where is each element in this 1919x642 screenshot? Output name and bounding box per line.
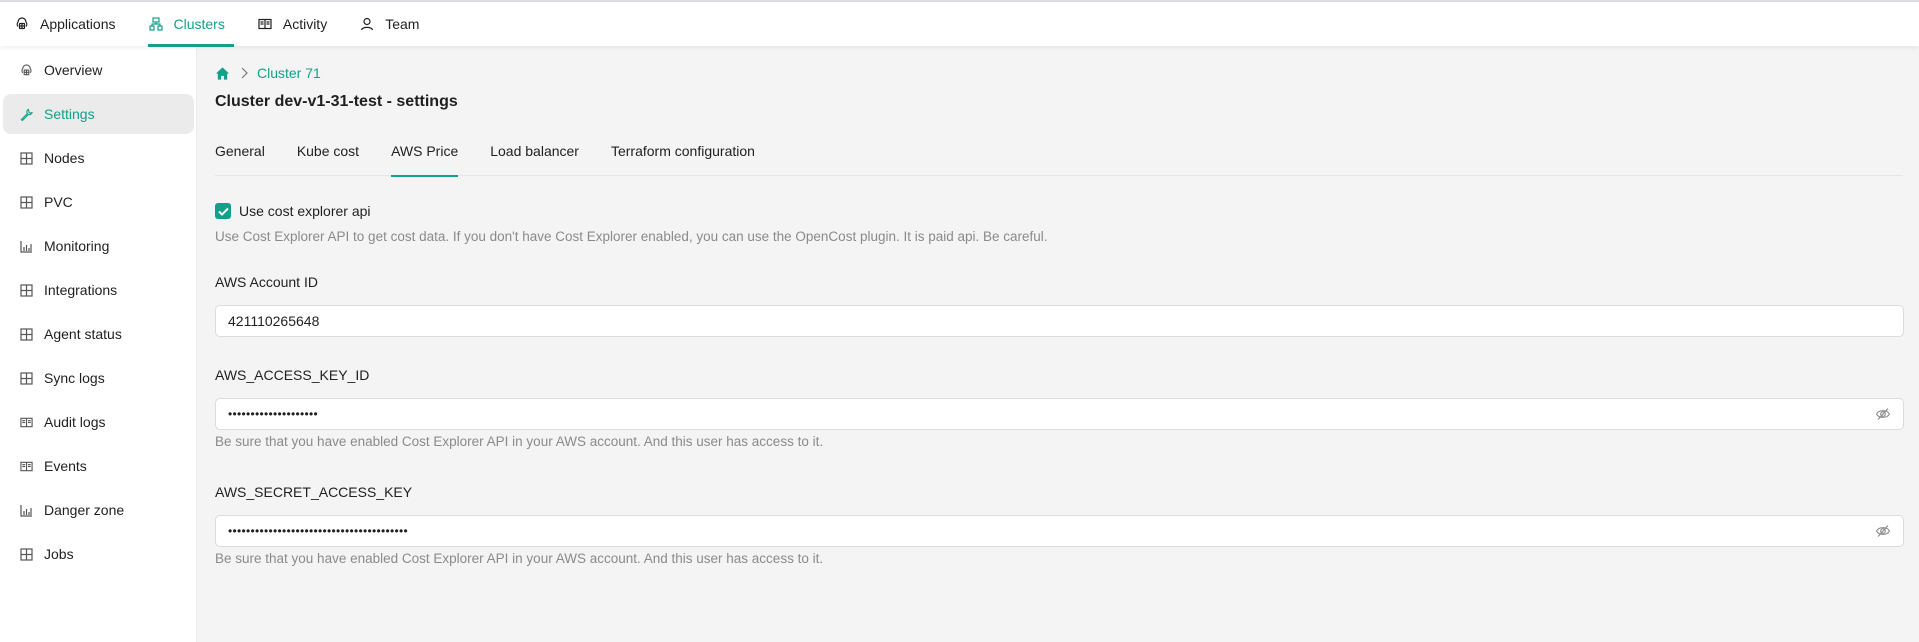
sidebar-item-nodes[interactable]: Nodes (3, 138, 194, 178)
home-icon[interactable] (215, 66, 230, 81)
topnav-label: Activity (282, 16, 328, 32)
bar-chart-icon (20, 504, 33, 517)
aws-secret-access-key-input[interactable]: •••••••••••••••••••••••••••••••••••••••• (215, 515, 1904, 547)
topnav-activity[interactable]: Activity (258, 2, 337, 46)
sidebar-item-label: Audit logs (44, 414, 106, 430)
settings-tabs: General Kube cost AWS Price Load balance… (215, 136, 1903, 177)
sidebar-item-audit-logs[interactable]: Audit logs (3, 402, 194, 442)
eye-off-icon[interactable] (1875, 406, 1891, 422)
chevron-right-icon (240, 67, 248, 79)
aws-secret-access-key-value: •••••••••••••••••••••••••••••••••••••••• (228, 524, 409, 538)
sidebar-item-label: Danger zone (44, 502, 125, 518)
sidebar-item-label: Overview (44, 62, 103, 78)
sidebar-item-label: Sync logs (44, 370, 105, 386)
sidebar-item-overview[interactable]: Overview (3, 50, 194, 90)
sidebar-item-label: Agent status (44, 326, 122, 342)
sidebar-item-danger-zone[interactable]: Danger zone (3, 490, 194, 530)
sidebar-item-pvc[interactable]: PVC (3, 182, 194, 222)
grid-icon (20, 283, 33, 297)
check-icon (217, 207, 229, 216)
sidebar: Overview Settings Nodes PVC Monitoring I… (0, 46, 197, 642)
topnav-clusters[interactable]: Clusters (147, 2, 235, 47)
topnav-label: Team (385, 16, 420, 32)
aws-secret-access-key-help: Be sure that you have enabled Cost Explo… (215, 551, 824, 566)
sidebar-item-label: Jobs (44, 546, 74, 562)
wrench-icon (20, 108, 33, 121)
sidebar-item-label: PVC (44, 194, 73, 210)
book-icon (20, 460, 33, 473)
grid-icon (20, 327, 33, 341)
grid-icon (20, 151, 33, 165)
top-nav: Applications Clusters Activity Team (0, 2, 1919, 47)
aws-access-key-id-value: •••••••••••••••••••• (228, 407, 319, 421)
book-icon (258, 17, 272, 31)
tab-general[interactable]: General (215, 136, 265, 176)
page-title: Cluster dev-v1-31-test - settings (215, 93, 458, 110)
sidebar-item-label: Nodes (44, 150, 85, 166)
sidebar-item-agent-status[interactable]: Agent status (3, 314, 194, 354)
topnav-label: Clusters (173, 16, 225, 32)
sidebar-item-label: Events (44, 458, 87, 474)
sidebar-item-settings[interactable]: Settings (3, 94, 194, 134)
sidebar-item-events[interactable]: Events (3, 446, 194, 486)
sidebar-item-jobs[interactable]: Jobs (3, 534, 194, 574)
aws-account-id-input[interactable]: 421110265648 (215, 305, 1904, 337)
tab-terraform-configuration[interactable]: Terraform configuration (611, 136, 755, 176)
sidebar-item-label: Integrations (44, 282, 118, 298)
grid-icon (20, 195, 33, 209)
main-content: Cluster 71 Cluster dev-v1-31-test - sett… (198, 46, 1919, 642)
tab-aws-price[interactable]: AWS Price (391, 136, 459, 177)
cloud-app-icon (15, 17, 29, 31)
bar-chart-icon (20, 240, 33, 253)
aws-account-id-label: AWS Account ID (215, 274, 318, 290)
user-icon (360, 17, 374, 31)
grid-icon (20, 371, 33, 385)
use-cost-explorer-checkbox[interactable] (215, 203, 231, 219)
sidebar-item-sync-logs[interactable]: Sync logs (3, 358, 194, 398)
aws-access-key-id-input[interactable]: •••••••••••••••••••• (215, 398, 1904, 430)
use-cost-explorer-help: Use Cost Explorer API to get cost data. … (215, 229, 1048, 244)
topnav-applications[interactable]: Applications (15, 2, 126, 46)
use-cost-explorer-label[interactable]: Use cost explorer api (239, 203, 371, 219)
topnav-team[interactable]: Team (360, 2, 429, 46)
breadcrumb-cluster[interactable]: Cluster 71 (257, 65, 321, 81)
aws-account-id-value: 421110265648 (228, 313, 320, 329)
tab-kube-cost[interactable]: Kube cost (297, 136, 359, 176)
breadcrumb: Cluster 71 (215, 63, 1919, 83)
sidebar-item-integrations[interactable]: Integrations (3, 270, 194, 310)
aws-access-key-id-label: AWS_ACCESS_KEY_ID (215, 367, 370, 383)
eye-off-icon[interactable] (1875, 523, 1891, 539)
book-icon (20, 416, 33, 429)
sidebar-item-label: Settings (44, 106, 95, 122)
cloud-app-icon (20, 63, 33, 77)
sidebar-item-monitoring[interactable]: Monitoring (3, 226, 194, 266)
use-cost-explorer-row: Use cost explorer api (215, 202, 1919, 220)
aws-secret-access-key-label: AWS_SECRET_ACCESS_KEY (215, 484, 413, 500)
grid-icon (20, 547, 33, 561)
tab-load-balancer[interactable]: Load balancer (490, 136, 579, 176)
top-bar: Applications Clusters Activity Team (0, 0, 1919, 47)
sidebar-item-label: Monitoring (44, 238, 110, 254)
topnav-label: Applications (40, 16, 116, 32)
aws-access-key-id-help: Be sure that you have enabled Cost Explo… (215, 434, 824, 449)
cluster-icon (148, 17, 163, 31)
